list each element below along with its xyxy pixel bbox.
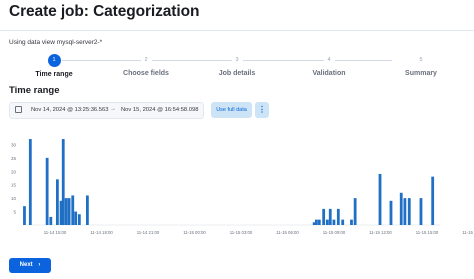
data-view-label: Using data view mysql-server2-* (9, 39, 103, 46)
chart-bar[interactable] (55, 179, 59, 225)
step-label: Job details (218, 70, 256, 77)
x-tick-label: 11-15 03:00 (230, 230, 253, 235)
chart-bar[interactable] (341, 219, 345, 225)
chart-bar[interactable] (67, 198, 71, 225)
step-number: 1 (47, 54, 61, 67)
step-job-details[interactable]: 3 Job details (192, 55, 282, 77)
chart-bar[interactable] (328, 208, 332, 225)
chart-bar[interactable] (61, 139, 65, 225)
chart-bar[interactable] (350, 219, 353, 225)
step-number: 3 (231, 55, 243, 66)
chart-bar[interactable] (325, 219, 329, 225)
chart-bar[interactable] (28, 139, 32, 225)
chart-bar[interactable] (23, 206, 26, 225)
chart-bar[interactable] (49, 216, 53, 225)
chart-bar[interactable] (399, 192, 403, 225)
y-tick-label: 10 (11, 196, 17, 201)
step-validation[interactable]: 4 Validation (284, 55, 374, 77)
chart-bar[interactable] (419, 198, 423, 225)
step-number: 4 (323, 55, 335, 66)
step-label: Choose fields (123, 70, 169, 77)
y-tick-label: 30 (11, 142, 17, 147)
end-date[interactable]: Nov 15, 2024 @ 16:54:58.098 (121, 107, 198, 113)
chart-bar[interactable] (336, 208, 340, 225)
chart-bar[interactable] (332, 219, 336, 225)
x-tick-label: 11-15 00:00 (183, 230, 206, 235)
chart-bar[interactable] (74, 211, 78, 225)
chart-bar[interactable] (431, 176, 435, 225)
chart-bar[interactable] (71, 195, 75, 225)
chart-bar[interactable] (77, 214, 81, 225)
x-tick-label: 11-15 15:00 (416, 230, 439, 235)
step-number: 5 (415, 55, 427, 66)
x-tick-label: 11-14 21:00 (137, 230, 160, 235)
step-time-range[interactable]: 1 Time range (9, 54, 99, 78)
y-tick-label: 20 (11, 169, 17, 174)
x-tick-label: 11-15 09:00 (323, 230, 346, 235)
x-tick-label: 11-14 18:00 (90, 230, 113, 235)
use-full-data-button[interactable]: Use full data (211, 102, 252, 118)
step-navigator: 1 Time range 2 Choose fields 3 Job detai… (0, 54, 474, 81)
chart-bar[interactable] (317, 219, 321, 225)
y-tick-label: 5 (13, 210, 16, 215)
next-button[interactable]: Next › (9, 258, 51, 273)
calendar-icon[interactable] (15, 106, 22, 113)
chart-bar[interactable] (407, 198, 411, 225)
arrow-right-icon: → (110, 106, 116, 112)
step-label: Time range (35, 71, 73, 78)
y-tick-label: 15 (11, 183, 17, 188)
page-title: Create job: Categorization (9, 3, 200, 20)
chevron-right-icon: › (38, 262, 41, 268)
step-choose-fields[interactable]: 2 Choose fields (101, 55, 191, 77)
chart-bar[interactable] (403, 198, 407, 225)
chart-bar[interactable] (85, 195, 89, 225)
chart-bar[interactable] (353, 198, 357, 225)
chart-bar[interactable] (314, 219, 318, 225)
x-tick-label: 11-14 15:00 (44, 230, 67, 235)
next-label: Next (19, 262, 33, 268)
chart-bar[interactable] (378, 173, 382, 225)
more-options-button[interactable]: ⋮ (255, 102, 269, 118)
chart-bar[interactable] (389, 200, 393, 225)
step-label: Validation (312, 70, 346, 77)
chart-bar[interactable] (64, 198, 68, 225)
divider (0, 30, 474, 31)
event-rate-chart: 5 10 15 20 25 30 11-14 15:00 11-14 18:00 11-14 2… (11, 139, 474, 235)
chart-bar[interactable] (45, 157, 49, 225)
chart-bar[interactable] (322, 208, 326, 225)
x-tick-label: 11-15 12:00 (369, 230, 392, 235)
section-title: Time range (9, 85, 60, 96)
step-number: 2 (140, 55, 152, 66)
x-tick-label: 11-15 06:00 (276, 230, 299, 235)
y-tick-label: 25 (11, 156, 17, 161)
step-label: Summary (405, 70, 437, 77)
date-range-picker[interactable]: Nov 14, 2024 @ 13:25:36.563 → Nov 15, 20… (9, 102, 204, 119)
x-tick-label: 11-15 18:00 (462, 230, 474, 235)
start-date[interactable]: Nov 14, 2024 @ 13:25:36.563 (31, 107, 108, 113)
step-summary[interactable]: 5 Summary (376, 55, 466, 77)
